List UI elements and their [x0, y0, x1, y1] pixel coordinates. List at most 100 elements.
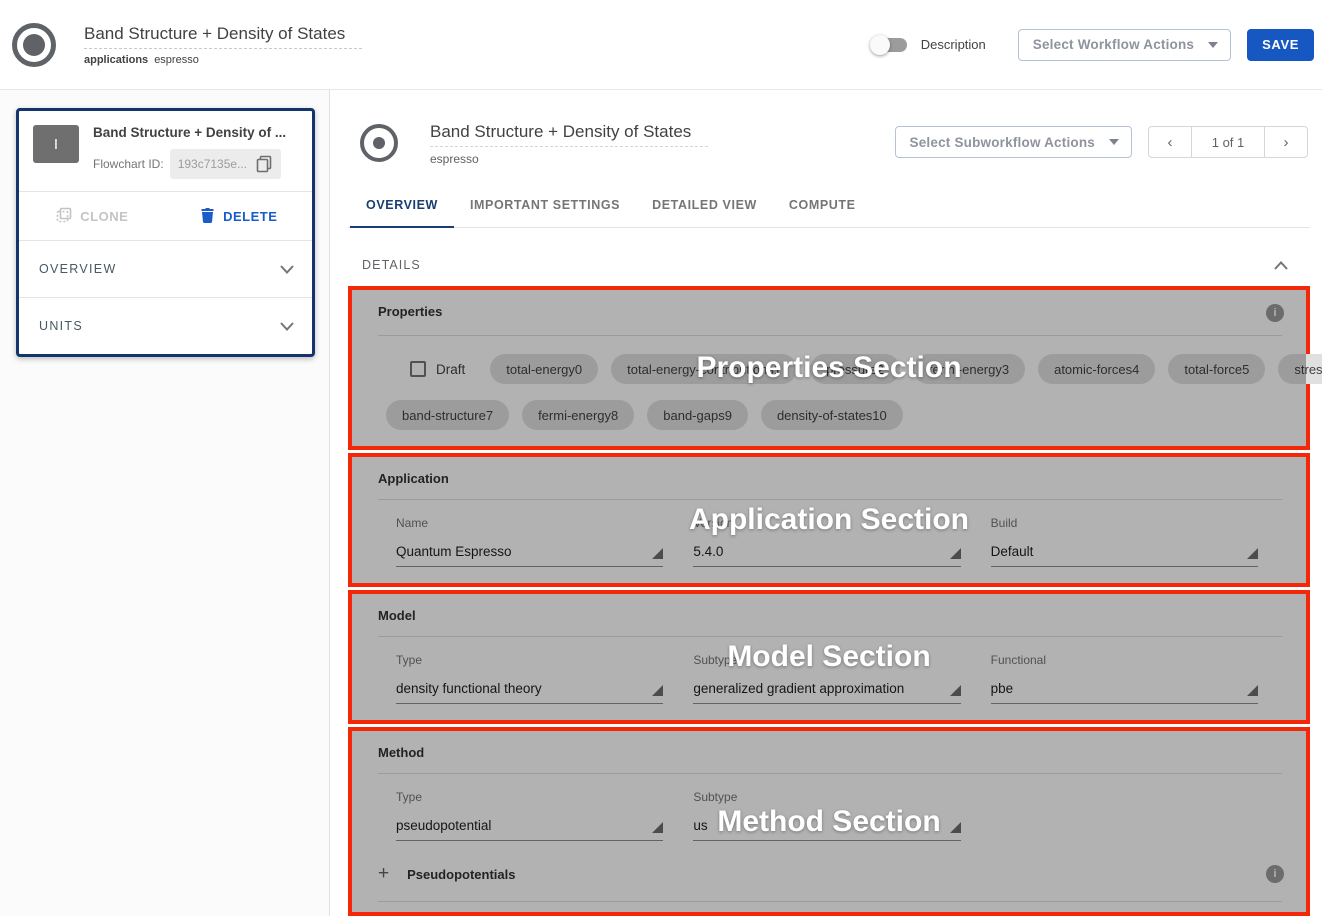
accordion-overview-label: OVERVIEW [39, 262, 117, 276]
property-chip[interactable]: atomic-forces4 [1038, 354, 1155, 384]
flowchart-id-value: 193c7135e... [178, 157, 247, 171]
tab-important-settings[interactable]: IMPORTANT SETTINGS [454, 184, 636, 227]
property-chip[interactable]: total-energy-contributions1 [611, 354, 797, 384]
application-build-value: Default [991, 544, 1034, 559]
workflow-actions-select[interactable]: Select Workflow Actions [1018, 29, 1231, 61]
copy-icon[interactable] [255, 155, 273, 173]
add-pseudopotential-button[interactable]: + [378, 863, 389, 885]
unit-avatar: I [33, 125, 79, 163]
subworkflow-title[interactable]: Band Structure + Density of States [430, 122, 708, 147]
pager-prev-button[interactable]: ‹ [1148, 126, 1192, 158]
unit-card: I Band Structure + Density of ... Flowch… [16, 108, 315, 357]
clone-label: CLONE [80, 209, 128, 224]
tab-overview[interactable]: OVERVIEW [350, 184, 454, 228]
method-subtype-value: us [693, 818, 707, 833]
application-heading: Application [378, 471, 449, 486]
workflow-actions-label: Select Workflow Actions [1033, 37, 1194, 52]
subworkflow-actions-label: Select Subworkflow Actions [910, 135, 1095, 150]
details-header[interactable]: DETAILS [348, 240, 1310, 286]
model-type-label: Type [396, 653, 663, 667]
subworkflow-actions-select[interactable]: Select Subworkflow Actions [895, 126, 1132, 158]
subworkflow-subtitle: espresso [430, 152, 708, 166]
application-version-select[interactable]: 5.4.0 [693, 544, 960, 567]
info-icon[interactable]: i [1266, 865, 1284, 883]
delete-button[interactable]: DELETE [166, 207, 313, 226]
select-arrow-icon [652, 685, 663, 696]
flowchart-id-label: Flowchart ID: [93, 157, 164, 171]
draft-label: Draft [436, 362, 465, 377]
application-version-label: Version [693, 516, 960, 530]
model-subtype-value: generalized gradient approximation [693, 681, 904, 696]
sidebar-accordion-units[interactable]: UNITS [19, 298, 312, 354]
property-chip[interactable]: stress-tensor6 [1278, 354, 1322, 384]
draft-checkbox[interactable] [410, 361, 426, 377]
property-chip[interactable]: fermi-energy8 [522, 400, 634, 430]
app-logo-icon [12, 23, 56, 67]
properties-heading: Properties [378, 304, 442, 319]
accordion-units-label: UNITS [39, 319, 83, 333]
sidebar-accordion-overview[interactable]: OVERVIEW [19, 241, 312, 297]
save-button[interactable]: SAVE [1247, 29, 1314, 61]
details-card: DETAILS Properties i Draft total-en [348, 240, 1310, 916]
divider [378, 901, 1282, 902]
main-panel: Band Structure + Density of States espre… [330, 90, 1322, 916]
method-type-value: pseudopotential [396, 818, 491, 833]
property-chip[interactable]: pressure2 [810, 354, 900, 384]
properties-section: Properties i Draft total-energy0 total-e… [348, 286, 1310, 450]
property-chip[interactable]: total-force5 [1168, 354, 1265, 384]
property-chip[interactable]: band-gaps9 [647, 400, 748, 430]
chevron-down-icon [280, 322, 294, 331]
description-toggle[interactable] [873, 38, 907, 52]
application-section: Application Name Quantum Espresso Versio… [348, 453, 1310, 587]
model-subtype-label: Subtype [693, 653, 960, 667]
model-functional-label: Functional [991, 653, 1258, 667]
method-subtype-select[interactable]: us [693, 818, 960, 841]
application-name-value: Quantum Espresso [396, 544, 512, 559]
pager-next-button[interactable]: › [1264, 126, 1308, 158]
property-chip[interactable]: total-energy0 [490, 354, 598, 384]
delete-label: DELETE [223, 209, 277, 224]
pseudopotentials-label: Pseudopotentials [407, 867, 515, 882]
application-build-label: Build [991, 516, 1258, 530]
method-type-label: Type [396, 790, 663, 804]
model-subtype-select[interactable]: generalized gradient approximation [693, 681, 960, 704]
method-type-select[interactable]: pseudopotential [396, 818, 663, 841]
property-chip[interactable]: band-structure7 [386, 400, 509, 430]
clone-icon [56, 207, 72, 226]
model-section: Model Type density functional theory Sub… [348, 590, 1310, 724]
model-type-select[interactable]: density functional theory [396, 681, 663, 704]
unit-title: Band Structure + Density of ... [93, 125, 286, 140]
workflow-subtitle: applications espresso [84, 54, 362, 66]
method-heading: Method [378, 745, 424, 760]
caret-down-icon [1208, 42, 1218, 48]
select-arrow-icon [950, 685, 961, 696]
select-arrow-icon [950, 822, 961, 833]
model-functional-select[interactable]: pbe [991, 681, 1258, 704]
property-chip[interactable]: fermi-energy3 [913, 354, 1025, 384]
application-version-value: 5.4.0 [693, 544, 723, 559]
select-arrow-icon [652, 548, 663, 559]
flowchart-id-field[interactable]: 193c7135e... [170, 149, 281, 179]
pager-label: 1 of 1 [1192, 126, 1264, 158]
app-header: Band Structure + Density of States appli… [0, 0, 1322, 90]
chevron-down-icon [280, 265, 294, 274]
tab-compute[interactable]: COMPUTE [773, 184, 872, 227]
application-name-label: Name [396, 516, 663, 530]
chevron-up-icon [1274, 261, 1288, 270]
subworkflow-pager: ‹ 1 of 1 › [1148, 126, 1308, 158]
application-build-select[interactable]: Default [991, 544, 1258, 567]
details-title: DETAILS [362, 258, 421, 272]
clone-button[interactable]: CLONE [19, 207, 166, 226]
select-arrow-icon [1247, 548, 1258, 559]
sidebar: I Band Structure + Density of ... Flowch… [0, 90, 330, 916]
workflow-subtitle-apps: applications [84, 54, 148, 66]
tab-detailed-view[interactable]: DETAILED VIEW [636, 184, 773, 227]
property-chip[interactable]: density-of-states10 [761, 400, 903, 430]
method-section: Method Type pseudopotential Subtype [348, 727, 1310, 916]
info-icon[interactable]: i [1266, 304, 1284, 322]
model-heading: Model [378, 608, 416, 623]
application-name-select[interactable]: Quantum Espresso [396, 544, 663, 567]
workflow-subtitle-engine: espresso [154, 54, 199, 66]
select-arrow-icon [652, 822, 663, 833]
workflow-title[interactable]: Band Structure + Density of States [84, 24, 362, 49]
